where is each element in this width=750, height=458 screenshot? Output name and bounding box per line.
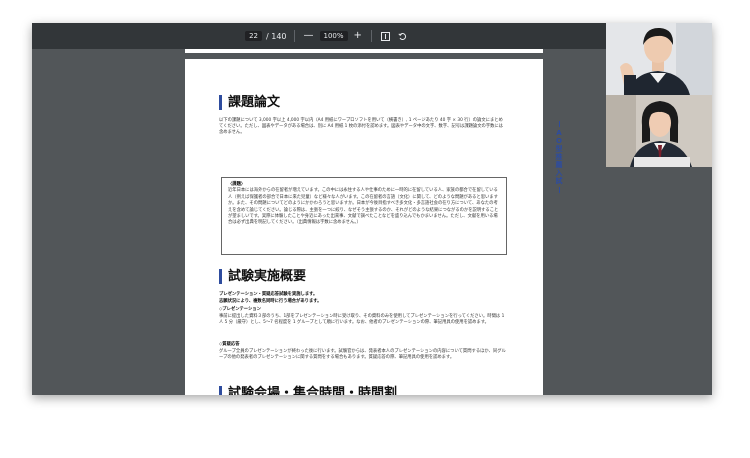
side-tab-char: 入 [555,169,563,177]
section-body-essay: 以下の課題について 3,000 字以上 4,000 字以内（A4 用紙にワープロ… [219,118,504,136]
toolbar-divider [293,30,295,42]
section-title-essay: 課題論文 [219,95,280,110]
rotate-button[interactable] [396,32,409,41]
video-tile-participant-1[interactable] [606,23,712,95]
side-tab-char: 型 [555,145,563,153]
side-tab-char: 試 [555,177,563,185]
assignment-text: 近年日本には海外からの在留者が増えています。この中には永住する人や仕事のために一… [228,188,499,226]
presentation-body: 事前に提出した資料３部のうち、1部をプレゼンテーション時に受け取り、その資料のみ… [219,314,505,326]
side-tab-rule [558,187,560,193]
qa-heading: ◇質疑応答 [219,342,240,347]
section-title-venue: 試験会場・集合時間・時間割 [219,386,397,395]
rotate-icon [398,32,406,40]
side-tab-char: O [556,137,562,145]
presentation-heading: ◇プレゼンテーション [219,307,261,312]
overview-lead-1: プレゼンテーション・質疑応答試験を実施します。 [219,292,318,297]
zoom-level-input[interactable]: 100% [319,31,348,41]
side-tab-char: 薦 [555,161,563,169]
qa-body: グループ全員のプレゼンテーションが終わった後に行います。試験官からは、発表者本人… [219,349,506,361]
side-tab-char: A [556,129,562,137]
video-tile-participant-2[interactable] [606,95,712,167]
overview-lead-2: 志願状況により、複数名同時に行う場合があります。 [219,299,322,304]
toolbar-divider [370,30,372,42]
participant-girl-image [606,95,712,167]
page-total-label: / 140 [266,31,287,41]
fit-page-icon [380,31,390,41]
fit-page-button[interactable] [379,31,392,41]
pdf-page: 課題論文 以下の課題について 3,000 字以上 4,000 字以内（A4 用紙… [185,59,543,395]
assignment-box: 〈課題〉 近年日本には海外からの在留者が増えています。この中には永住する人や仕事… [221,177,507,255]
zoom-in-button[interactable]: + [352,31,364,41]
participant-boy-image [606,23,712,95]
side-tab-char: 推 [555,153,563,161]
side-tab-rule [558,121,560,127]
zoom-out-button[interactable]: — [302,31,316,41]
page-number-input[interactable]: 22 [245,31,262,41]
side-index-tab: A O 型 推 薦 入 試 [553,119,565,195]
section-title-overview: 試験実施概要 [219,269,306,284]
previous-page-edge [185,49,543,53]
